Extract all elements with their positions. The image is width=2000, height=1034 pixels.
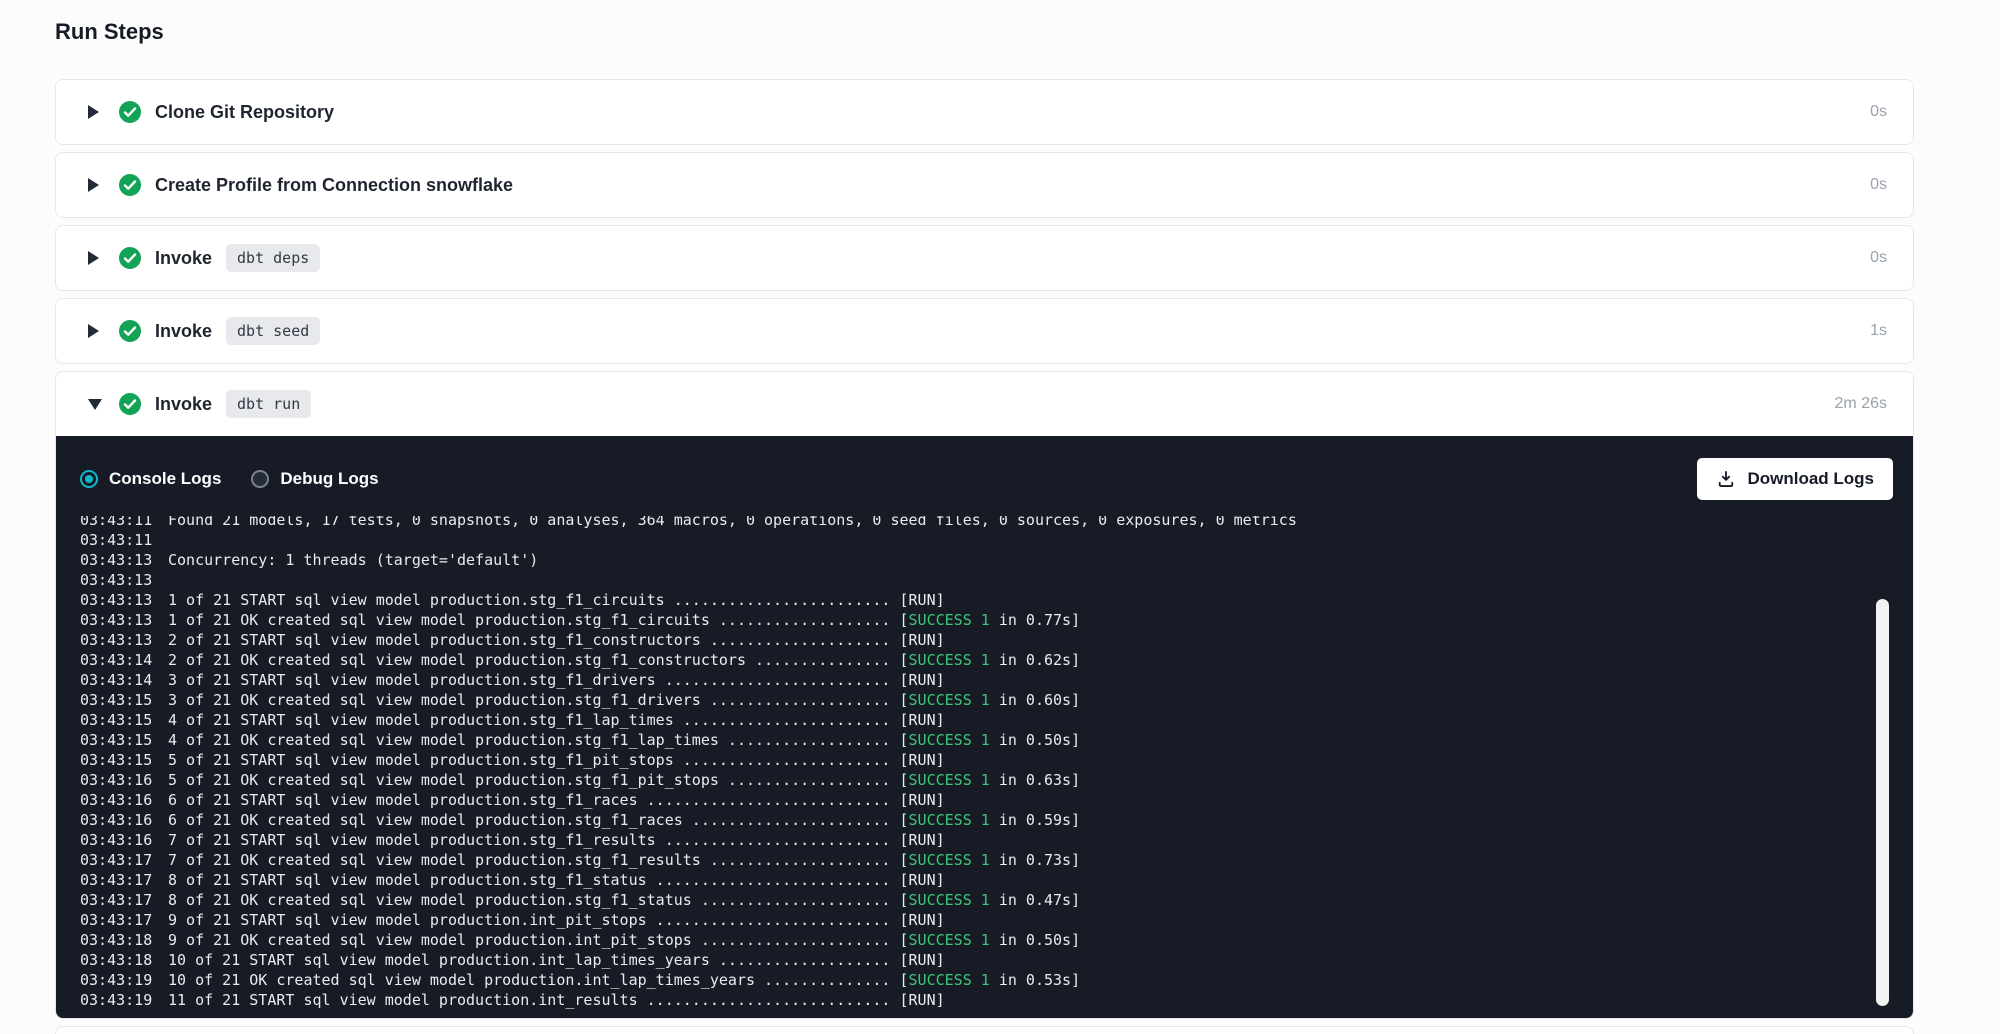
log-line: 03:43:155 of 21 START sql view model pro… bbox=[80, 750, 1913, 770]
step-card-invoke-dbt-deps: Invoke dbt deps 0s bbox=[55, 225, 1914, 291]
step-row-invoke-dbt-deps[interactable]: Invoke dbt deps 0s bbox=[56, 226, 1913, 290]
success-check-icon bbox=[119, 393, 141, 415]
log-line: 03:43:154 of 21 OK created sql view mode… bbox=[80, 730, 1913, 750]
log-line: 03:43:178 of 21 OK created sql view mode… bbox=[80, 890, 1913, 910]
success-check-icon bbox=[119, 101, 141, 123]
log-line: 03:43:166 of 21 OK created sql view mode… bbox=[80, 810, 1913, 830]
step-command-chip: dbt run bbox=[226, 390, 311, 418]
run-steps-page: Run Steps Clone Git Repository 0s bbox=[55, 0, 1914, 1034]
step-duration: 0s bbox=[1870, 176, 1887, 194]
next-step-card-partial bbox=[55, 1026, 1914, 1034]
debug-logs-label: Debug Logs bbox=[280, 469, 378, 489]
step-label: Invoke bbox=[155, 394, 212, 415]
step-label: Invoke bbox=[155, 248, 212, 269]
log-line: 03:43:165 of 21 OK created sql view mode… bbox=[80, 770, 1913, 790]
step-row-invoke-dbt-run[interactable]: Invoke dbt run 2m 26s bbox=[56, 372, 1913, 436]
step-card-invoke-dbt-seed: Invoke dbt seed 1s bbox=[55, 298, 1914, 364]
step-row-clone-git-repository[interactable]: Clone Git Repository 0s bbox=[56, 80, 1913, 144]
success-check-icon bbox=[119, 320, 141, 342]
log-line: 03:43:1810 of 21 START sql view model pr… bbox=[80, 950, 1913, 970]
step-duration: 0s bbox=[1870, 103, 1887, 121]
log-line: 03:43:153 of 21 OK created sql view mode… bbox=[80, 690, 1913, 710]
step-label: Create Profile from Connection snowflake bbox=[155, 175, 513, 196]
expand-caret-icon[interactable] bbox=[88, 178, 104, 192]
log-line: 03:43:11 bbox=[80, 530, 1913, 550]
step-row-create-profile[interactable]: Create Profile from Connection snowflake… bbox=[56, 153, 1913, 217]
step-duration: 1s bbox=[1870, 322, 1887, 340]
console-log: 03:43:11Found 21 models, 17 tests, 0 sna… bbox=[56, 516, 1913, 1010]
log-line: 03:43:142 of 21 OK created sql view mode… bbox=[80, 650, 1913, 670]
console-scrollbar[interactable] bbox=[1876, 599, 1889, 1006]
console-panel: Console Logs Debug Logs Download Logs bbox=[56, 436, 1913, 1018]
step-label: Invoke bbox=[155, 321, 212, 342]
log-line: 03:43:11Found 21 models, 17 tests, 0 sna… bbox=[80, 516, 1913, 530]
log-line: 03:43:179 of 21 START sql view model pro… bbox=[80, 910, 1913, 930]
log-line: 03:43:132 of 21 START sql view model pro… bbox=[80, 630, 1913, 650]
console-logs-radio[interactable]: Console Logs bbox=[80, 469, 221, 489]
log-line: 03:43:177 of 21 OK created sql view mode… bbox=[80, 850, 1913, 870]
step-card-clone-git-repository: Clone Git Repository 0s bbox=[55, 79, 1914, 145]
log-line: 03:43:13Concurrency: 1 threads (target='… bbox=[80, 550, 1913, 570]
step-card-create-profile: Create Profile from Connection snowflake… bbox=[55, 152, 1914, 218]
console-header: Console Logs Debug Logs Download Logs bbox=[56, 436, 1913, 516]
success-check-icon bbox=[119, 174, 141, 196]
expand-caret-icon[interactable] bbox=[88, 324, 104, 338]
log-line: 03:43:1910 of 21 OK created sql view mod… bbox=[80, 970, 1913, 990]
log-line: 03:43:178 of 21 START sql view model pro… bbox=[80, 870, 1913, 890]
log-line: 03:43:1911 of 21 START sql view model pr… bbox=[80, 990, 1913, 1010]
step-duration: 2m 26s bbox=[1835, 395, 1887, 413]
download-logs-label: Download Logs bbox=[1747, 468, 1874, 490]
log-line: 03:43:13 bbox=[80, 570, 1913, 590]
log-line: 03:43:131 of 21 OK created sql view mode… bbox=[80, 610, 1913, 630]
expand-caret-icon[interactable] bbox=[88, 105, 104, 119]
step-card-invoke-dbt-run: Invoke dbt run 2m 26s Console Logs Debug… bbox=[55, 371, 1914, 1019]
page-title: Run Steps bbox=[55, 0, 1914, 46]
expand-caret-icon[interactable] bbox=[88, 251, 104, 265]
download-icon bbox=[1716, 469, 1736, 489]
steps-list: Clone Git Repository 0s Create Profile f… bbox=[55, 79, 1914, 1034]
console-logs-label: Console Logs bbox=[109, 469, 221, 489]
step-label: Clone Git Repository bbox=[155, 102, 334, 123]
success-check-icon bbox=[119, 247, 141, 269]
log-line: 03:43:189 of 21 OK created sql view mode… bbox=[80, 930, 1913, 950]
log-line: 03:43:167 of 21 START sql view model pro… bbox=[80, 830, 1913, 850]
log-line: 03:43:143 of 21 START sql view model pro… bbox=[80, 670, 1913, 690]
collapse-caret-icon[interactable] bbox=[88, 399, 104, 410]
download-logs-button[interactable]: Download Logs bbox=[1697, 458, 1893, 500]
step-duration: 0s bbox=[1870, 249, 1887, 267]
step-command-chip: dbt seed bbox=[226, 317, 320, 345]
radio-selected-icon bbox=[80, 470, 98, 488]
debug-logs-radio[interactable]: Debug Logs bbox=[251, 469, 378, 489]
log-line: 03:43:166 of 21 START sql view model pro… bbox=[80, 790, 1913, 810]
radio-unselected-icon bbox=[251, 470, 269, 488]
step-row-invoke-dbt-seed[interactable]: Invoke dbt seed 1s bbox=[56, 299, 1913, 363]
log-line: 03:43:154 of 21 START sql view model pro… bbox=[80, 710, 1913, 730]
log-line: 03:43:131 of 21 START sql view model pro… bbox=[80, 590, 1913, 610]
step-command-chip: dbt deps bbox=[226, 244, 320, 272]
